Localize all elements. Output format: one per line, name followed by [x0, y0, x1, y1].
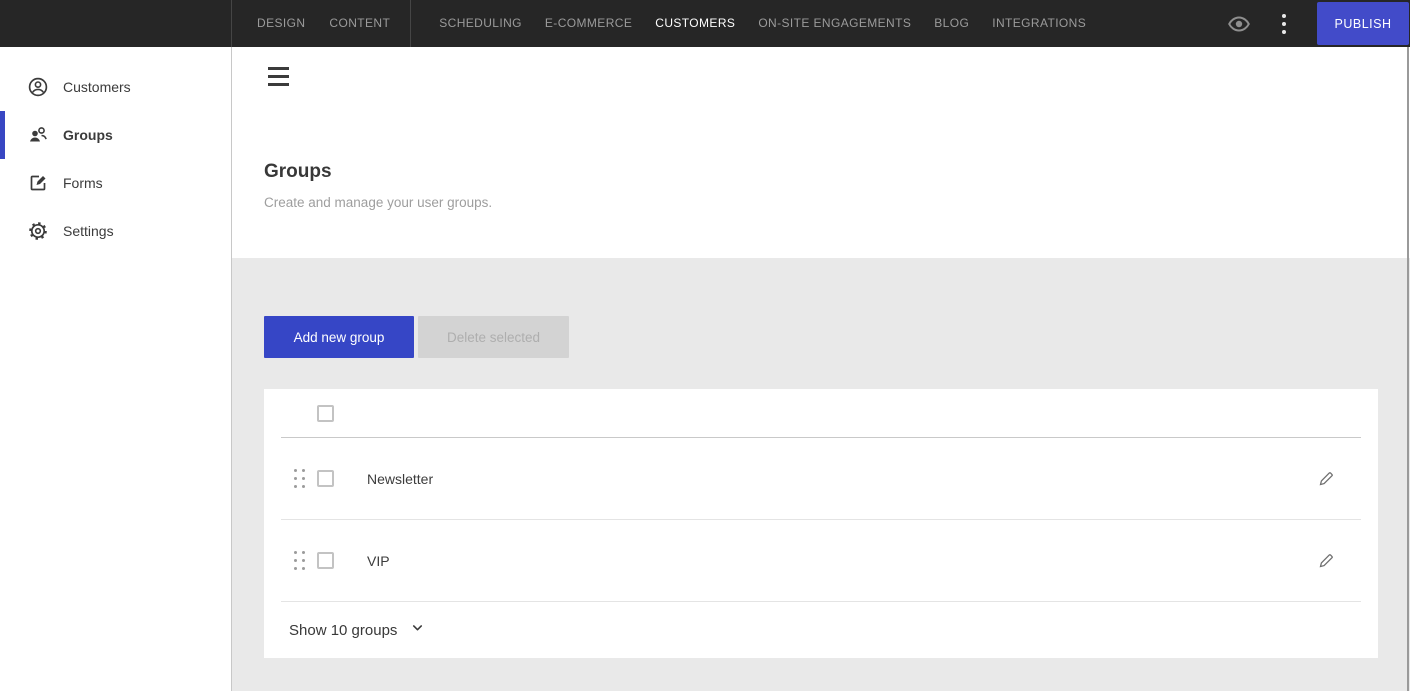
sidebar-item-groups[interactable]: Groups [0, 111, 231, 159]
add-new-group-button[interactable]: Add new group [264, 316, 414, 358]
nav-item-customers[interactable]: CUSTOMERS [655, 0, 735, 47]
page-header: Groups Create and manage your user group… [232, 47, 1410, 258]
nav-item-design[interactable]: DESIGN [257, 0, 305, 47]
chevron-down-icon [410, 620, 425, 640]
hamburger-menu-icon[interactable] [268, 67, 289, 86]
app-body: Customers Groups Forms [0, 47, 1410, 691]
nav-right-cluster: PUBLISH [1227, 2, 1409, 45]
top-navbar: DESIGN CONTENT SCHEDULING E-COMMERCE CUS… [0, 0, 1410, 47]
preview-eye-icon[interactable] [1227, 12, 1251, 36]
edit-pencil-icon[interactable] [1316, 551, 1336, 571]
table-row: Newsletter [264, 438, 1378, 519]
group-name: VIP [367, 553, 390, 569]
page-subtitle: Create and manage your user groups. [264, 195, 492, 210]
person-circle-icon [28, 77, 48, 97]
vertical-scrollbar[interactable] [1407, 47, 1409, 691]
group-icon [28, 125, 48, 145]
nav-item-scheduling[interactable]: SCHEDULING [439, 0, 522, 47]
table-header-row [264, 389, 1378, 437]
nav-item-onsite-engagements[interactable]: ON-SITE ENGAGEMENTS [758, 0, 911, 47]
nav-item-content[interactable]: CONTENT [329, 0, 390, 47]
edit-pencil-icon[interactable] [1316, 469, 1336, 489]
publish-button[interactable]: PUBLISH [1317, 2, 1409, 45]
sidebar-item-forms[interactable]: Forms [0, 159, 231, 207]
show-groups-label: Show 10 groups [289, 622, 397, 639]
form-edit-icon [28, 173, 48, 193]
show-groups-dropdown[interactable]: Show 10 groups [264, 602, 1378, 658]
gear-icon [28, 221, 48, 241]
nav-item-ecommerce[interactable]: E-COMMERCE [545, 0, 632, 47]
nav-divider [410, 0, 411, 47]
sidebar: Customers Groups Forms [0, 47, 232, 691]
drag-handle-icon[interactable] [294, 551, 305, 570]
nav-item-integrations[interactable]: INTEGRATIONS [992, 0, 1086, 47]
content-area: Add new group Delete selected Newsletter [232, 258, 1410, 691]
nav-group-site: DESIGN CONTENT [257, 0, 390, 47]
toolbar: Add new group Delete selected [264, 316, 1378, 358]
sidebar-item-label: Settings [63, 223, 114, 239]
nav-item-blog[interactable]: BLOG [934, 0, 969, 47]
select-all-checkbox[interactable] [317, 405, 334, 422]
sidebar-item-customers[interactable]: Customers [0, 63, 231, 111]
sidebar-item-settings[interactable]: Settings [0, 207, 231, 255]
sidebar-item-label: Customers [63, 79, 131, 95]
delete-selected-button[interactable]: Delete selected [418, 316, 569, 358]
nav-group-modules: SCHEDULING E-COMMERCE CUSTOMERS ON-SITE … [439, 0, 1086, 47]
row-checkbox[interactable] [317, 470, 334, 487]
group-name: Newsletter [367, 471, 433, 487]
row-checkbox[interactable] [317, 552, 334, 569]
page-title: Groups [264, 161, 332, 183]
nav-divider [231, 0, 232, 47]
kebab-menu-icon[interactable] [1275, 12, 1293, 36]
groups-table: Newsletter VIP [264, 389, 1378, 658]
table-row: VIP [264, 520, 1378, 601]
sidebar-item-label: Forms [63, 175, 103, 191]
sidebar-item-label: Groups [63, 127, 113, 143]
drag-handle-icon[interactable] [294, 469, 305, 488]
main-area: Groups Create and manage your user group… [232, 47, 1410, 691]
